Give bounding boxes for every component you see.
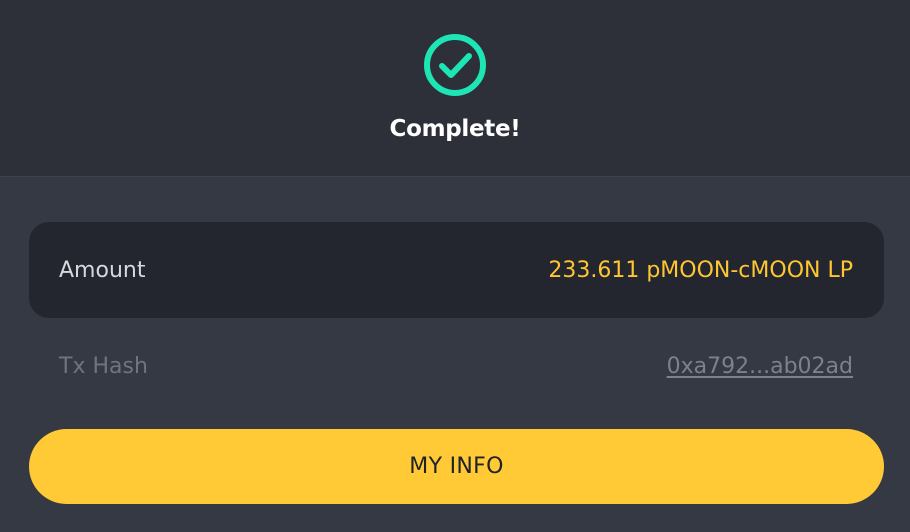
page-title: Complete!: [389, 116, 521, 142]
tx-hash-label: Tx Hash: [59, 354, 148, 379]
amount-card: Amount 233.611 pMOON-cMOON LP: [29, 222, 884, 318]
tx-hash-link[interactable]: 0xa792...ab02ad: [667, 354, 853, 379]
status-header: Complete!: [0, 0, 910, 177]
amount-label: Amount: [59, 258, 146, 283]
amount-value: 233.611 pMOON-cMOON LP: [548, 258, 853, 283]
my-info-button[interactable]: MY INFO: [29, 429, 884, 504]
check-circle-icon: [424, 34, 486, 96]
